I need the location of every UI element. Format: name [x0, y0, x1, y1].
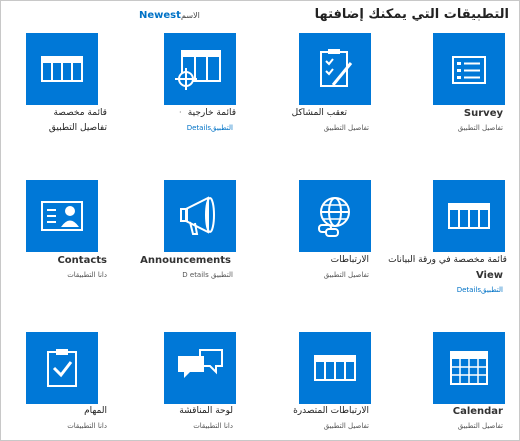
app-gallery: التطبيقات التي يمكنك إضافتها Newest الاس… — [0, 0, 520, 441]
links-icon — [318, 197, 350, 237]
external-list-icon — [175, 50, 221, 90]
survey-tile[interactable] — [433, 33, 505, 105]
tasks-icon — [47, 349, 77, 387]
sort-name-link[interactable]: الاسم — [181, 11, 200, 20]
app-details-link[interactable]: تفاصيل التطبيق — [324, 124, 369, 132]
app-details-link[interactable]: تفاصيل التطبيق — [458, 124, 503, 132]
discussion-board-tile[interactable] — [164, 332, 236, 404]
contacts-icon — [41, 201, 83, 231]
app-name-line2[interactable]: View — [476, 270, 503, 281]
app-details-link[interactable]: دانا التطبيقات — [193, 422, 233, 430]
app-details-link[interactable]: التطبيق D etails — [182, 271, 233, 279]
calendar-tile[interactable] — [433, 332, 505, 404]
calendar-icon — [450, 351, 488, 385]
issue-tracking-icon — [320, 49, 353, 87]
app-details-link[interactable]: تفاصيل التطبيق — [458, 422, 503, 430]
app-name[interactable]: Contacts — [57, 255, 107, 266]
app-name[interactable]: تعقب المشاكل — [292, 108, 347, 118]
promoted-links-tile[interactable] — [299, 332, 371, 404]
discussion-board-icon — [178, 349, 223, 378]
promoted-links-icon — [314, 355, 356, 381]
announcements-tile[interactable] — [164, 180, 236, 252]
datasheet-list-tile[interactable] — [433, 180, 505, 252]
links-tile[interactable] — [299, 180, 371, 252]
announcements-icon — [180, 196, 215, 235]
gallery-header: التطبيقات التي يمكنك إضافتها Newest الاس… — [11, 7, 509, 29]
app-name[interactable]: لوحة المناقشة — [179, 406, 233, 416]
custom-list-icon — [41, 56, 83, 82]
app-details-link[interactable]: تفاصيل التطبيق — [49, 123, 107, 133]
app-name[interactable]: قائمة مخصصة — [53, 108, 107, 118]
app-details-link[interactable]: دانا التطبيقات — [67, 422, 107, 430]
survey-icon — [452, 56, 486, 84]
app-details-link[interactable]: دانا التطبيقات — [67, 271, 107, 279]
custom-list-tile[interactable] — [26, 33, 98, 105]
page-title: التطبيقات التي يمكنك إضافتها — [314, 7, 509, 22]
app-details-link[interactable]: التطبيقDetails — [187, 124, 233, 132]
app-name[interactable]: الارتباطات المتصدرة — [293, 406, 369, 416]
app-name[interactable]: Survey — [464, 108, 503, 119]
contacts-tile[interactable] — [26, 180, 98, 252]
app-name[interactable]: Announcements — [140, 255, 231, 266]
app-details-link[interactable]: التطبيقDetails — [457, 286, 503, 294]
app-name[interactable]: قائمة مخصصة في ورقة البيانات — [388, 255, 507, 265]
app-details-link[interactable]: تفاصيل التطبيق — [324, 271, 369, 279]
sort-newest-link[interactable]: Newest — [139, 10, 181, 21]
external-list-tile[interactable] — [164, 33, 236, 105]
tasks-tile[interactable] — [26, 332, 98, 404]
app-details-link[interactable]: تفاصيل التطبيق — [324, 422, 369, 430]
datasheet-list-icon — [448, 203, 490, 229]
app-name[interactable]: Calendar — [453, 406, 503, 417]
issue-tracking-tile[interactable] — [299, 33, 371, 105]
app-name[interactable]: المهام — [84, 406, 107, 416]
app-name[interactable]: قائمة خارجية — [188, 108, 236, 118]
app-name[interactable]: الارتباطات — [331, 255, 369, 265]
